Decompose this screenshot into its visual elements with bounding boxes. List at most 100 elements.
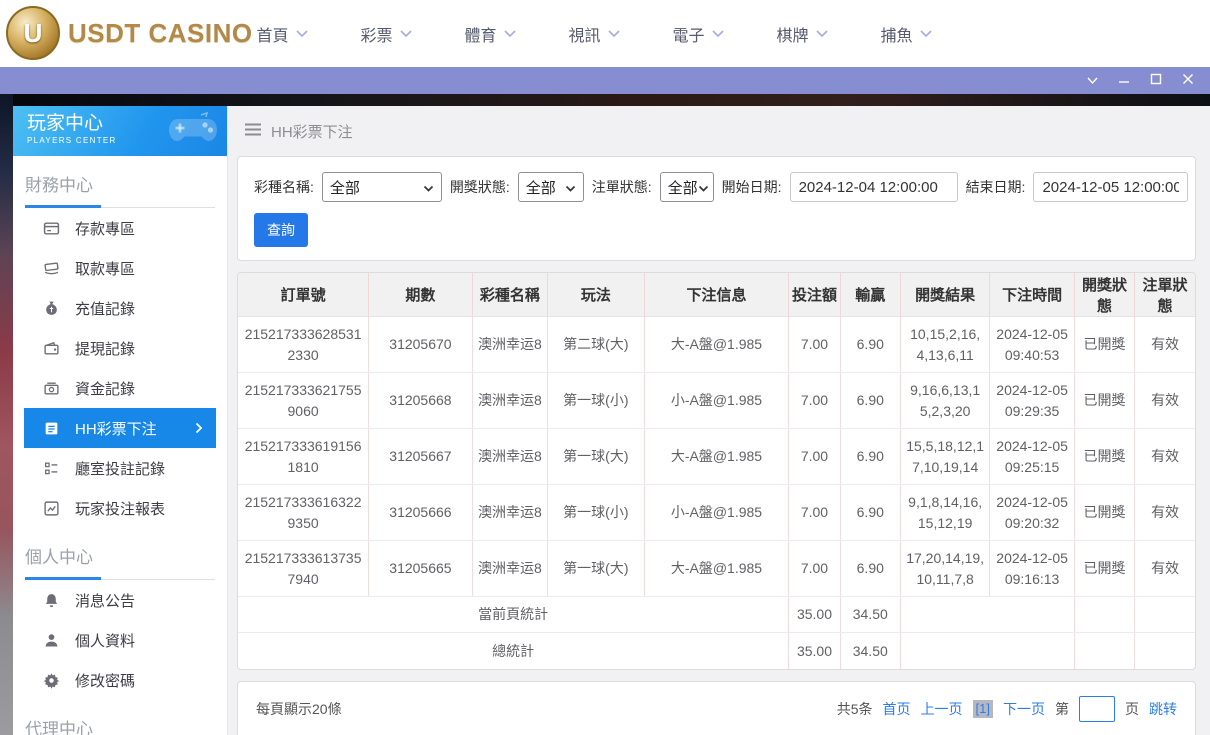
- chevron-down-icon: [712, 25, 724, 43]
- sidebar-item-funds-record[interactable]: 資金記錄: [13, 368, 227, 408]
- table-cell: 有效: [1134, 428, 1195, 485]
- first-page-link[interactable]: 首页: [883, 699, 911, 719]
- sidebar-item-room-bets[interactable]: 廳室投註記錄: [13, 448, 227, 488]
- table-cell: 2024-12-05 09:29:35: [989, 372, 1075, 429]
- start-date-input[interactable]: [789, 172, 958, 202]
- end-date-label: 結束日期:: [965, 179, 1026, 195]
- sidebar-item-label: 消息公告: [75, 592, 136, 610]
- filter-row: 彩種名稱: 全部 開獎狀態: 全部 注單狀態: 全部 開始日期: 結束日期:: [254, 172, 1189, 202]
- hamburger-icon[interactable]: [245, 123, 261, 140]
- window-collapse-button[interactable]: [1076, 67, 1108, 94]
- sidebar-item-password[interactable]: 修改密碼: [13, 660, 227, 700]
- sidebar-item-profile[interactable]: 個人資料: [13, 620, 227, 660]
- sidebar-item-withdraw[interactable]: 取款專區: [13, 248, 227, 288]
- chevron-down-icon: [296, 25, 308, 43]
- bet-status-select[interactable]: 全部: [659, 172, 714, 202]
- next-page-link[interactable]: 下一页: [1003, 699, 1045, 719]
- nav-item[interactable]: 彩票: [334, 22, 438, 46]
- close-icon: [1182, 72, 1194, 90]
- summary-row: 當前頁統計 35.00 34.50: [238, 596, 1195, 633]
- logo-text: USDT CASINO: [68, 17, 253, 48]
- profile-icon: [43, 632, 60, 649]
- nav-item[interactable]: 首頁: [230, 22, 334, 46]
- table-cell: 2152173336285312330: [238, 316, 370, 373]
- search-button[interactable]: 查詢: [254, 213, 308, 247]
- chevron-down-icon: [423, 179, 434, 196]
- column-header: 下注時間: [989, 273, 1075, 317]
- summary-label: 總統計: [238, 632, 790, 669]
- sidebar-item-label: HH彩票下注: [75, 420, 157, 438]
- page-jump-input[interactable]: [1079, 696, 1115, 722]
- nav-item-label: 視訊: [568, 27, 601, 45]
- summary-winloss-total: 34.50: [840, 596, 901, 633]
- page-size-text: 每頁顯示20條: [256, 701, 342, 717]
- table-cell: 2024-12-05 09:40:53: [989, 316, 1075, 373]
- table-cell: 31205668: [368, 372, 473, 429]
- table-cell: 7.00: [788, 428, 841, 485]
- window-close-button[interactable]: [1172, 67, 1204, 94]
- window-minimize-button[interactable]: [1108, 67, 1140, 94]
- top-navbar: U USDT CASINO 首頁 彩票 體育 視訊 電子 棋牌 捕魚: [0, 0, 1210, 67]
- table-cell: 2024-12-05 09:25:15: [989, 428, 1075, 485]
- table-cell: 已開獎: [1074, 372, 1136, 429]
- main-nav: 首頁 彩票 體育 視訊 電子 棋牌 捕魚: [230, 0, 958, 67]
- sidebar-item-lottery-bets[interactable]: HH彩票下注: [24, 408, 216, 448]
- table-cell: 15,5,18,12,17,10,19,14: [900, 428, 991, 485]
- filter-panel: 彩種名稱: 全部 開獎狀態: 全部 注單狀態: 全部 開始日期: 結束日期:: [237, 156, 1196, 261]
- gamepad-icon: [167, 111, 219, 152]
- sidebar-header: 玩家中心 PLAYERS CENTER: [13, 106, 227, 156]
- table-cell: 澳洲幸运8: [472, 316, 549, 373]
- chevron-down-icon: [698, 179, 709, 196]
- nav-item[interactable]: 體育: [438, 22, 542, 46]
- chevron-down-icon: [504, 25, 516, 43]
- table-cell: 7.00: [788, 316, 841, 373]
- sidebar-item-label: 玩家投注報表: [75, 500, 166, 518]
- sidebar-item-label: 提現記錄: [75, 340, 136, 358]
- table-cell: 2152173336217559060: [238, 372, 370, 429]
- table-cell: 有效: [1134, 540, 1195, 597]
- table-cell: 第一球(大): [547, 428, 645, 485]
- current-page-indicator: [1]: [972, 700, 993, 718]
- summary-label: 當前頁統計: [238, 596, 790, 633]
- table-cell: 31205666: [368, 484, 473, 541]
- jump-action-link[interactable]: 跳转: [1149, 699, 1177, 719]
- brand-logo[interactable]: U USDT CASINO: [6, 6, 253, 60]
- sidebar-item-deposit[interactable]: 存款專區: [13, 208, 227, 248]
- sidebar-item-announcement[interactable]: 消息公告: [13, 580, 227, 620]
- funds-record-icon: [43, 380, 60, 397]
- sidebar-item-label: 資金記錄: [75, 380, 136, 398]
- prev-page-link[interactable]: 上一页: [921, 699, 963, 719]
- table-cell: 31205665: [368, 540, 473, 597]
- table-cell: 已開獎: [1074, 316, 1136, 373]
- table-cell: 小-A盤@1.985: [644, 372, 790, 429]
- sidebar-item-label: 修改密碼: [75, 672, 136, 690]
- table-cell: 澳洲幸运8: [472, 484, 549, 541]
- nav-item-label: 首頁: [256, 27, 289, 45]
- nav-item[interactable]: 視訊: [542, 22, 646, 46]
- sidebar-item-recharge-record[interactable]: 充值記錄: [13, 288, 227, 328]
- window-maximize-button[interactable]: [1140, 67, 1172, 94]
- nav-item[interactable]: 電子: [646, 22, 750, 46]
- window-controls: [1076, 67, 1204, 94]
- page-header: HH彩票下注: [227, 106, 1210, 156]
- nav-item[interactable]: 捕魚: [854, 22, 958, 46]
- sidebar-item-label: 存款專區: [75, 220, 136, 238]
- table-cell: 2024-12-05 09:20:32: [989, 484, 1075, 541]
- page-title: HH彩票下注: [271, 123, 353, 141]
- end-date-input[interactable]: [1033, 172, 1189, 202]
- sidebar-section-title: 個人中心: [25, 548, 93, 567]
- background-image-strip: [0, 94, 1210, 106]
- sidebar-item-withdrawal-record[interactable]: 提現記錄: [13, 328, 227, 368]
- lottery-name-select[interactable]: 全部: [321, 172, 442, 202]
- table-cell: 第一球(大): [547, 540, 645, 597]
- table-row: 2152173336191561810 31205667 澳洲幸运8 第一球(大) 大-…: [238, 428, 1195, 485]
- nav-item[interactable]: 棋牌: [750, 22, 854, 46]
- table-cell: 第二球(大): [547, 316, 645, 373]
- chevron-down-icon: [608, 25, 620, 43]
- draw-status-select[interactable]: 全部: [517, 172, 584, 202]
- recharge-record-icon: [43, 300, 60, 317]
- sidebar-item-report[interactable]: 玩家投注報表: [13, 488, 227, 528]
- player-center-dialog: 玩家中心 PLAYERS CENTER 財務中心 存款專區 取款專區 充值記錄 提現記錄…: [13, 106, 1210, 735]
- password-icon: [43, 672, 60, 689]
- table-cell: 2152173336163229350: [238, 484, 370, 541]
